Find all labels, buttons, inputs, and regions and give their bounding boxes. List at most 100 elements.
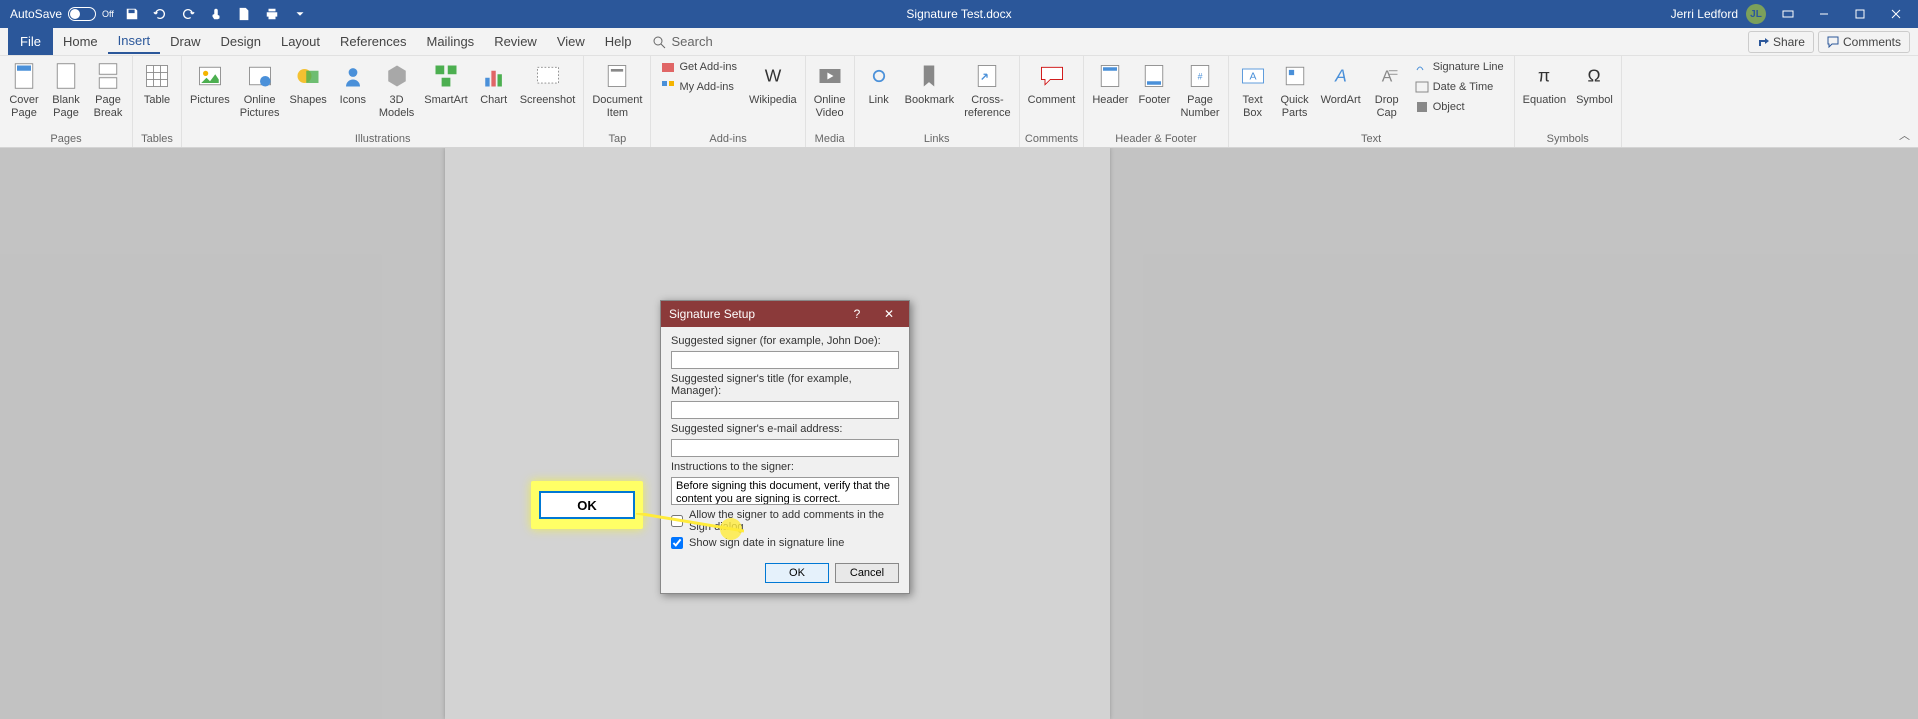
cover-page-button[interactable]: Cover Page (4, 58, 44, 122)
comment-icon (1036, 60, 1068, 92)
qat-customize-icon[interactable] (290, 4, 310, 24)
table-icon (141, 60, 173, 92)
touch-icon[interactable] (206, 4, 226, 24)
symbol-icon: Ω (1578, 60, 1610, 92)
minimize-icon[interactable] (1810, 4, 1838, 24)
bookmark-button[interactable]: Bookmark (901, 58, 959, 109)
group-links: Link Bookmark Cross- reference Links (855, 56, 1020, 147)
wikipedia-icon: W (757, 60, 789, 92)
ok-button[interactable]: OK (765, 563, 829, 583)
drop-cap-button[interactable]: ADrop Cap (1367, 58, 1407, 122)
footer-button[interactable]: Footer (1134, 58, 1174, 109)
page-break-icon (92, 60, 124, 92)
dialog-title: Signature Setup (669, 307, 755, 321)
redo-icon[interactable] (178, 4, 198, 24)
document-item-button[interactable]: Document Item (588, 58, 646, 122)
quick-parts-button[interactable]: Quick Parts (1275, 58, 1315, 122)
object-button[interactable]: Object (1409, 98, 1510, 116)
tab-help[interactable]: Help (595, 30, 642, 53)
search-icon (652, 35, 666, 49)
maximize-icon[interactable] (1846, 4, 1874, 24)
wordart-button[interactable]: AWordArt (1317, 58, 1365, 109)
wikipedia-button[interactable]: WWikipedia (745, 58, 801, 109)
title-bar: AutoSave Off Signature Test.docx Jerri L… (0, 0, 1918, 28)
icons-button[interactable]: Icons (333, 58, 373, 109)
comments-button[interactable]: Comments (1818, 31, 1910, 53)
video-icon (814, 60, 846, 92)
tab-insert[interactable]: Insert (108, 29, 161, 54)
search-box[interactable]: Search (652, 34, 713, 49)
tab-draw[interactable]: Draw (160, 30, 210, 53)
ribbon: Cover Page Blank Page Page Break Pages T… (0, 56, 1918, 148)
dialog-close-icon[interactable]: ✕ (877, 307, 901, 321)
signature-line-button[interactable]: Signature Line (1409, 58, 1510, 76)
signer-title-input[interactable] (671, 401, 899, 419)
cross-reference-button[interactable]: Cross- reference (960, 58, 1014, 122)
show-date-checkbox[interactable]: Show sign date in signature line (671, 537, 899, 549)
user-avatar[interactable]: JL (1746, 4, 1766, 24)
callout-dot (720, 518, 742, 540)
save-icon[interactable] (122, 4, 142, 24)
my-addins-button[interactable]: My Add-ins (655, 78, 742, 96)
user-name: Jerri Ledford (1671, 7, 1738, 21)
group-media: Online Video Media (806, 56, 855, 147)
pictures-button[interactable]: Pictures (186, 58, 234, 109)
tab-design[interactable]: Design (211, 30, 271, 53)
signer-title-label: Suggested signer's title (for example, M… (671, 373, 899, 397)
undo-icon[interactable] (150, 4, 170, 24)
addins-icon (661, 80, 675, 94)
group-symbols: πEquation ΩSymbol Symbols (1515, 56, 1622, 147)
close-icon[interactable] (1882, 4, 1910, 24)
shapes-button[interactable]: Shapes (286, 58, 331, 109)
blank-page-icon (50, 60, 82, 92)
collapse-ribbon-icon[interactable]: ︿ (1899, 127, 1910, 143)
3d-models-button[interactable]: 3D Models (375, 58, 418, 122)
tab-home[interactable]: Home (53, 30, 108, 53)
signer-email-label: Suggested signer's e-mail address: (671, 423, 899, 435)
document-title: Signature Test.docx (906, 7, 1011, 21)
svg-text:π: π (1538, 65, 1550, 85)
get-addins-button[interactable]: Get Add-ins (655, 58, 742, 76)
dialog-title-bar[interactable]: Signature Setup ? ✕ (661, 301, 909, 327)
share-icon (1757, 36, 1769, 48)
comments-icon (1827, 36, 1839, 48)
tab-view[interactable]: View (547, 30, 595, 53)
share-button[interactable]: Share (1748, 31, 1814, 53)
cancel-button[interactable]: Cancel (835, 563, 899, 583)
screenshot-button[interactable]: Screenshot (516, 58, 580, 109)
page-break-button[interactable]: Page Break (88, 58, 128, 122)
textbox-icon: A (1237, 60, 1269, 92)
table-button[interactable]: Table (137, 58, 177, 109)
tab-layout[interactable]: Layout (271, 30, 330, 53)
instructions-textarea[interactable] (671, 477, 899, 505)
group-pages: Cover Page Blank Page Page Break Pages (0, 56, 133, 147)
date-time-button[interactable]: Date & Time (1409, 78, 1510, 96)
print-icon[interactable] (262, 4, 282, 24)
ribbon-display-icon[interactable] (1774, 4, 1802, 24)
new-doc-icon[interactable] (234, 4, 254, 24)
dialog-help-icon[interactable]: ? (845, 307, 869, 321)
header-button[interactable]: Header (1088, 58, 1132, 109)
icons-icon (337, 60, 369, 92)
tab-review[interactable]: Review (484, 30, 547, 53)
tab-mailings[interactable]: Mailings (417, 30, 485, 53)
online-video-button[interactable]: Online Video (810, 58, 850, 122)
chart-button[interactable]: Chart (474, 58, 514, 109)
comment-button[interactable]: Comment (1024, 58, 1080, 109)
autosave-toggle[interactable]: AutoSave Off (10, 7, 114, 21)
text-box-button[interactable]: AText Box (1233, 58, 1273, 122)
modal-overlay (0, 148, 1918, 719)
online-pictures-button[interactable]: Online Pictures (236, 58, 284, 122)
link-button[interactable]: Link (859, 58, 899, 109)
tab-references[interactable]: References (330, 30, 416, 53)
tab-file[interactable]: File (8, 28, 53, 55)
signer-email-input[interactable] (671, 439, 899, 457)
3d-models-icon (381, 60, 413, 92)
blank-page-button[interactable]: Blank Page (46, 58, 86, 122)
smartart-button[interactable]: SmartArt (420, 58, 471, 109)
symbol-button[interactable]: ΩSymbol (1572, 58, 1617, 109)
signer-input[interactable] (671, 351, 899, 369)
svg-text:W: W (765, 65, 782, 85)
page-number-button[interactable]: #Page Number (1176, 58, 1223, 122)
equation-button[interactable]: πEquation (1519, 58, 1570, 109)
